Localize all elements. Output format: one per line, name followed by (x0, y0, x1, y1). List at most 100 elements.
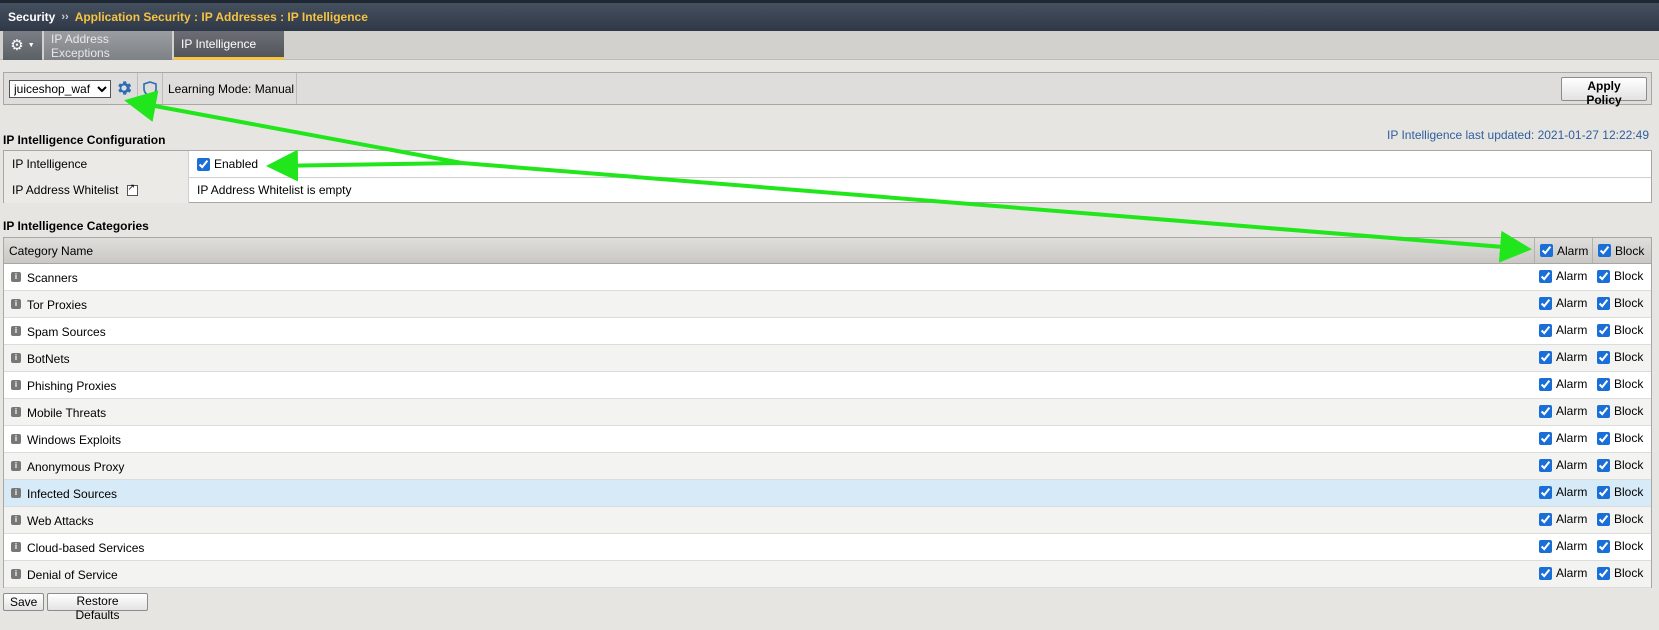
table-row[interactable]: i Infected Sources Alarm Block (4, 480, 1651, 507)
info-icon[interactable]: i (11, 461, 21, 471)
block-label: Block (1614, 566, 1644, 580)
external-link-icon[interactable] (126, 182, 138, 196)
block-checkbox[interactable] (1597, 377, 1610, 391)
info-icon[interactable]: i (11, 299, 21, 309)
alarm-checkbox[interactable] (1539, 323, 1552, 337)
tab-ip-intelligence[interactable]: IP Intelligence (174, 31, 284, 60)
toolbar-divider (162, 73, 163, 104)
block-label: Block (1614, 431, 1644, 445)
column-header-block: Block (1592, 238, 1651, 263)
block-all-checkbox[interactable] (1598, 244, 1611, 257)
alarm-checkbox[interactable] (1539, 377, 1552, 391)
ip-intelligence-enabled-checkbox[interactable] (197, 157, 210, 171)
alarm-label: Alarm (1556, 269, 1588, 283)
block-cell: Block (1597, 350, 1643, 364)
config-section-title: IP Intelligence Configuration (3, 133, 166, 147)
table-row[interactable]: i Spam Sources Alarm Block (4, 318, 1651, 345)
alarm-checkbox[interactable] (1539, 485, 1552, 499)
alarm-checkbox[interactable] (1539, 431, 1552, 445)
info-icon[interactable]: i (11, 407, 21, 417)
categories-table: Category Name Alarm Block i Scanners Alarm… (3, 237, 1652, 588)
block-cell: Block (1597, 404, 1643, 418)
table-row[interactable]: i Denial of Service Alarm Block (4, 561, 1651, 588)
policy-select[interactable]: juiceshop_waf (9, 80, 111, 98)
alarm-cell: Alarm (1539, 485, 1587, 499)
category-name: Mobile Threats (27, 406, 107, 420)
block-checkbox[interactable] (1597, 566, 1610, 580)
table-row[interactable]: i Scanners Alarm Block (4, 264, 1651, 291)
info-icon[interactable]: i (11, 488, 21, 498)
alarm-checkbox[interactable] (1539, 269, 1552, 283)
info-icon[interactable]: i (11, 272, 21, 282)
alarm-checkbox[interactable] (1539, 566, 1552, 580)
tab-ip-address-exceptions[interactable]: IP Address Exceptions (44, 31, 172, 60)
block-checkbox[interactable] (1597, 485, 1610, 499)
enabled-label: Enabled (214, 157, 259, 171)
alarm-all-checkbox[interactable] (1540, 244, 1553, 257)
settings-menu-button[interactable]: ⚙ ▼ (3, 31, 42, 60)
alarm-checkbox[interactable] (1539, 350, 1552, 364)
block-checkbox[interactable] (1597, 350, 1610, 364)
block-label: Block (1614, 269, 1644, 283)
info-icon[interactable]: i (11, 569, 21, 579)
block-label: Block (1614, 512, 1644, 526)
table-row[interactable]: i Anonymous Proxy Alarm Block (4, 453, 1651, 480)
info-icon[interactable]: i (11, 353, 21, 363)
table-row[interactable]: i Web Attacks Alarm Block (4, 507, 1651, 534)
block-checkbox[interactable] (1597, 431, 1610, 445)
alarm-cell: Alarm (1539, 458, 1587, 472)
restore-defaults-button[interactable]: Restore Defaults (47, 593, 148, 622)
block-cell: Block (1597, 296, 1643, 310)
alarm-label: Alarm (1556, 512, 1588, 526)
table-row[interactable]: i Cloud-based Services Alarm Block (4, 534, 1651, 561)
block-checkbox[interactable] (1597, 539, 1610, 553)
table-row[interactable]: i Windows Exploits Alarm Block (4, 426, 1651, 453)
block-checkbox[interactable] (1597, 458, 1610, 472)
alarm-checkbox[interactable] (1539, 512, 1552, 526)
policy-toolbar: juiceshop_waf Learning Mode: Manual Appl… (3, 72, 1652, 107)
block-cell: Block (1597, 323, 1643, 337)
block-cell: Block (1597, 512, 1643, 526)
alarm-checkbox[interactable] (1539, 404, 1552, 418)
alarm-checkbox[interactable] (1539, 458, 1552, 472)
info-icon[interactable]: i (11, 542, 21, 552)
info-icon[interactable]: i (11, 434, 21, 444)
whitelist-link[interactable]: IP Address Whitelist (12, 183, 119, 197)
block-checkbox[interactable] (1597, 404, 1610, 418)
block-label: Block (1614, 296, 1644, 310)
save-button[interactable]: Save (3, 593, 44, 611)
apply-policy-button[interactable]: Apply Policy (1561, 77, 1647, 107)
block-checkbox[interactable] (1597, 512, 1610, 526)
alarm-cell: Alarm (1539, 269, 1587, 283)
breadcrumb-root[interactable]: Security (8, 10, 55, 24)
table-row[interactable]: i Phishing Proxies Alarm Block (4, 372, 1651, 399)
info-icon[interactable]: i (11, 326, 21, 336)
block-checkbox[interactable] (1597, 296, 1610, 310)
block-label: Block (1614, 404, 1644, 418)
shield-icon (143, 81, 157, 97)
policy-settings-button[interactable] (112, 76, 136, 100)
config-label[interactable]: IP Address Whitelist (4, 177, 189, 203)
last-updated-text: IP Intelligence last updated: 2021-01-27… (1387, 128, 1649, 142)
block-checkbox[interactable] (1597, 323, 1610, 337)
alarm-label: Alarm (1556, 458, 1588, 472)
table-row[interactable]: i BotNets Alarm Block (4, 345, 1651, 372)
category-name: Anonymous Proxy (27, 460, 125, 474)
table-row[interactable]: i Mobile Threats Alarm Block (4, 399, 1651, 426)
config-value: Enabled (197, 151, 258, 177)
info-icon[interactable]: i (11, 380, 21, 390)
config-table: IP Intelligence Enabled IP Address White… (3, 150, 1652, 203)
block-label: Block (1614, 377, 1644, 391)
alarm-checkbox[interactable] (1539, 539, 1552, 553)
alarm-cell: Alarm (1539, 512, 1587, 526)
info-icon[interactable]: i (11, 515, 21, 525)
category-name: Infected Sources (27, 487, 118, 501)
category-name: BotNets (27, 352, 70, 366)
alarm-checkbox[interactable] (1539, 296, 1552, 310)
table-row[interactable]: i Tor Proxies Alarm Block (4, 291, 1651, 318)
alarm-label: Alarm (1556, 431, 1588, 445)
block-checkbox[interactable] (1597, 269, 1610, 283)
policy-status-button[interactable] (140, 78, 160, 100)
block-cell: Block (1597, 458, 1643, 472)
alarm-label: Alarm (1556, 404, 1588, 418)
